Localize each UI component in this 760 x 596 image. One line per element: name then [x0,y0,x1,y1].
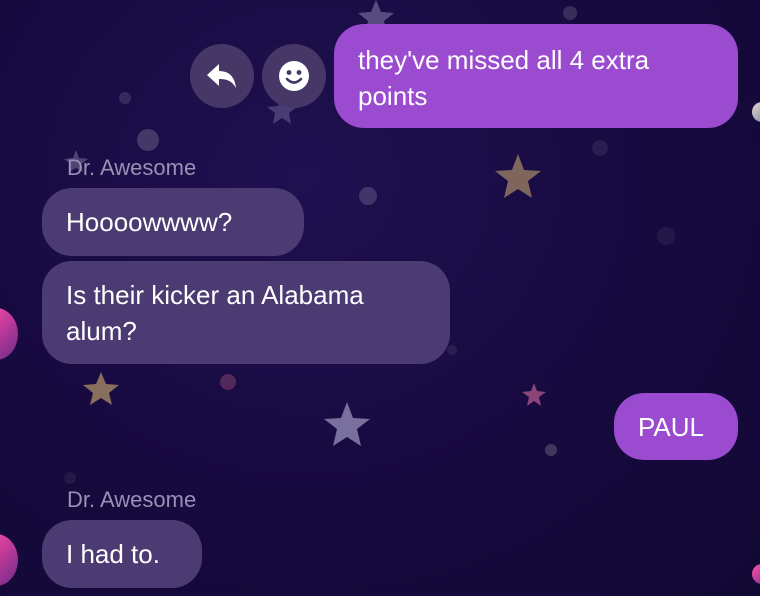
sender-name: Dr. Awesome [67,487,197,512]
outgoing-message-bubble[interactable]: they've missed all 4 extra points [334,24,738,128]
sender-avatar[interactable] [0,534,18,586]
add-reaction-button[interactable] [262,44,326,108]
message-text: they've missed all 4 extra points [358,45,650,111]
reply-button[interactable] [190,44,254,108]
incoming-message-bubble[interactable]: Is their kicker an Alabama alum? [42,261,450,364]
sender-name: Dr. Awesome [67,155,197,180]
message-text: I had to. [66,539,160,569]
incoming-message-bubble[interactable]: Hoooowwww? [42,188,304,256]
reply-icon [207,64,236,88]
message-text: PAUL [638,412,704,442]
message-text: Hoooowwww? [66,207,233,237]
sender-avatar[interactable] [0,308,18,360]
outgoing-message-bubble[interactable]: PAUL [614,393,738,460]
smiley-face-icon [279,61,309,91]
message-text: Is their kicker an Alabama alum? [66,280,364,346]
read-receipt-avatar [752,564,760,584]
incoming-message-bubble[interactable]: I had to. [42,520,202,588]
read-receipt-avatar [752,102,760,122]
